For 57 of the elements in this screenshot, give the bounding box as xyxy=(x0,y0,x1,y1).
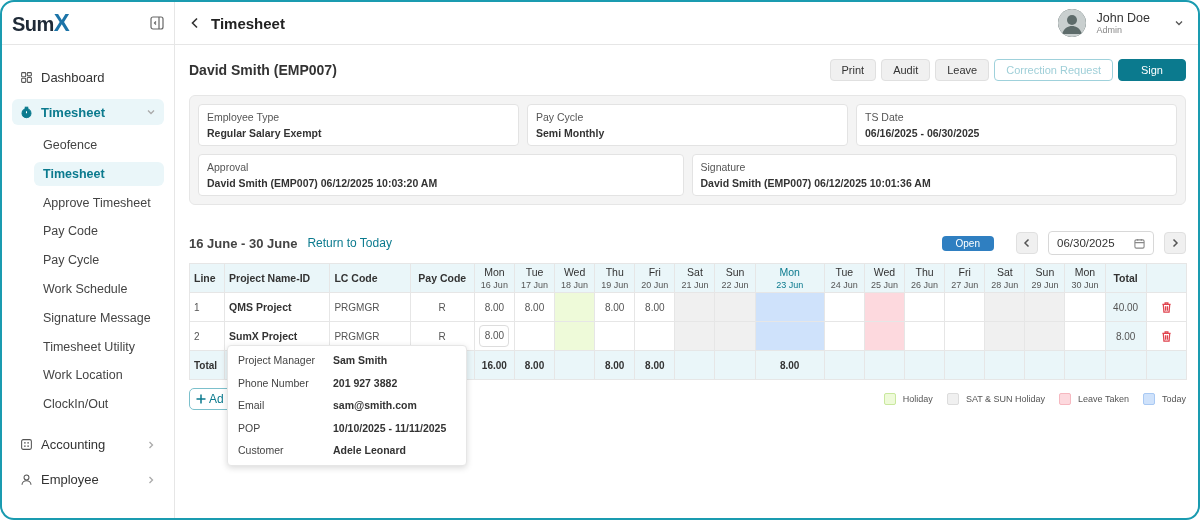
day-header: Sat 28 Jun xyxy=(984,263,1025,293)
column-header: Line xyxy=(189,263,225,293)
day-header: Sun 22 Jun xyxy=(715,263,756,293)
legend-label: Today xyxy=(1161,394,1186,404)
popover-value: Adele Leonard xyxy=(333,443,407,458)
day-header: Thu 26 Jun xyxy=(904,263,945,293)
legend-label: Leave Taken xyxy=(1078,394,1129,404)
day-header: Sun 29 Jun xyxy=(1024,263,1065,293)
info-label: Signature xyxy=(700,161,747,173)
info-label: Employee Type xyxy=(207,111,281,123)
popover-label: Phone Number xyxy=(238,375,310,390)
popover-value: 10/10/2025 - 11/11/2025 xyxy=(333,420,448,435)
table-cell: 1 xyxy=(189,292,225,322)
info-value: David Smith (EMP007) 06/12/2025 10:01:36 AM xyxy=(700,177,932,189)
info-value: Semi Monthly xyxy=(536,127,606,139)
day-header: Tue 17 Jun xyxy=(514,263,555,293)
logo: SumX xyxy=(12,9,70,37)
popover-label: Email xyxy=(238,398,266,413)
page-title: Timesheet xyxy=(211,14,286,32)
info-label: Pay Cycle xyxy=(536,111,585,123)
day-header: Tue 24 Jun xyxy=(824,263,865,293)
column-header: Project Name-ID xyxy=(224,263,330,293)
employee-name: David Smith (EMP007) xyxy=(189,62,337,78)
info-value: 06/16/2025 - 06/30/2025 xyxy=(865,127,981,139)
popover-label: Customer xyxy=(238,443,285,458)
table-cell: 2 xyxy=(189,321,225,351)
day-header: Mon 23 Jun xyxy=(755,263,825,293)
info-value: David Smith (EMP007) 06/12/2025 10:03:20 AM xyxy=(207,177,439,189)
popover-value: Sam Smith xyxy=(333,353,389,368)
status-badge: Open xyxy=(941,235,994,251)
column-header: LC Code xyxy=(329,263,411,293)
table-cell: R xyxy=(410,292,475,322)
popover-label: POP xyxy=(238,420,262,435)
total-label: Total xyxy=(189,350,225,380)
day-header: Wed 25 Jun xyxy=(864,263,905,293)
user-role: Admin xyxy=(1096,25,1123,35)
day-header: Fri 27 Jun xyxy=(944,263,985,293)
info-label: Approval xyxy=(207,161,250,173)
day-header: Mon 16 Jun xyxy=(474,263,515,293)
popover-label: Project Manager xyxy=(238,353,317,368)
day-header: Sat 21 Jun xyxy=(674,263,715,293)
day-header: Wed 18 Jun xyxy=(554,263,595,293)
info-label: TS Date xyxy=(865,111,905,123)
day-header: Mon 30 Jun xyxy=(1064,263,1106,293)
legend-label: SAT & SUN Holiday xyxy=(965,394,1046,404)
table-cell: PRGMGR xyxy=(329,292,411,322)
date-range: 16 June - 30 June xyxy=(189,235,298,251)
legend-label: Holiday xyxy=(902,394,933,404)
day-header: Thu 19 Jun xyxy=(594,263,635,293)
popover-value: sam@smith.com xyxy=(333,398,418,413)
column-header: Pay Code xyxy=(410,263,475,293)
day-header: Fri 20 Jun xyxy=(634,263,675,293)
user-name: John Doe xyxy=(1096,11,1150,25)
total-cell: 8.00 xyxy=(755,350,825,380)
popover-value: 201 927 3882 xyxy=(333,375,399,390)
info-value: Regular Salary Exempt xyxy=(207,127,323,139)
column-header: Total xyxy=(1105,263,1147,293)
